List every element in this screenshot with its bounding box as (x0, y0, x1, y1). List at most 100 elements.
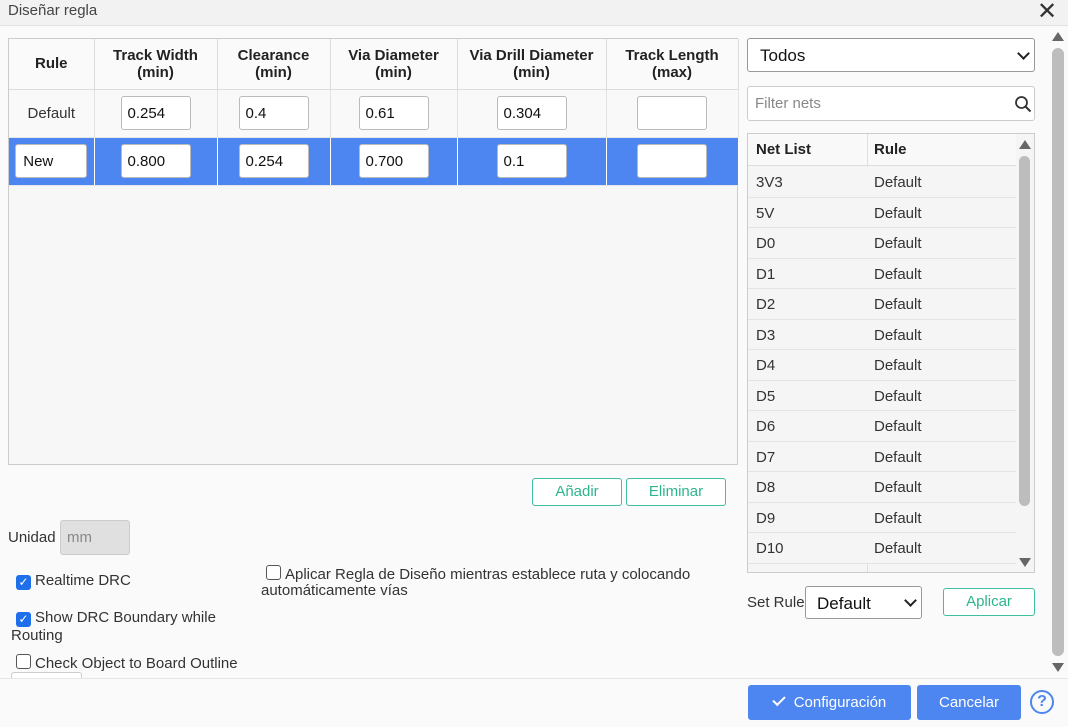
via-drill-input[interactable] (496, 144, 567, 178)
apply-button[interactable]: Aplicar (943, 588, 1035, 616)
header-net-list: Net List (756, 141, 812, 158)
show-boundary-checkbox[interactable]: ✓ (16, 612, 31, 627)
config-button[interactable]: Configuración (748, 685, 911, 720)
track-length-input[interactable] (637, 144, 707, 178)
header-via-drill-diameter: Via Drill Diameter (min) (457, 39, 607, 90)
search-icon[interactable] (1014, 95, 1032, 113)
track-length-input[interactable] (637, 96, 707, 130)
search-input[interactable] (749, 88, 1005, 119)
delete-rule-button[interactable]: Eliminar (626, 478, 726, 506)
net-name: D1 (756, 265, 776, 283)
net-name: D2 (756, 296, 776, 313)
net-name: D10 (756, 540, 784, 557)
check-icon (772, 692, 786, 707)
dialog-scrollbar[interactable] (1050, 30, 1066, 678)
net-rule: Default (874, 540, 922, 557)
realtime-drc-checkbox[interactable]: ✓ (16, 575, 31, 590)
scroll-down-icon[interactable] (1052, 663, 1064, 672)
set-rule-select[interactable]: Default (805, 586, 922, 619)
scroll-up-icon[interactable] (1019, 140, 1031, 149)
list-item[interactable]: D4 Default (748, 350, 1016, 381)
rule-row-new[interactable] (9, 137, 739, 186)
net-list-table: Net List Rule 3V3 Default 5V Default D0 Defau… (747, 133, 1035, 573)
clearance-input[interactable] (238, 96, 309, 130)
list-item[interactable]: D2 Default (748, 289, 1016, 320)
help-icon[interactable]: ? (1030, 690, 1054, 714)
header-via-diameter: Via Diameter (min) (330, 39, 458, 90)
unit-field (60, 520, 130, 555)
chevron-down-icon (904, 594, 917, 607)
scrollbar-thumb[interactable] (1052, 48, 1064, 656)
rule-name-label: Default (9, 89, 95, 138)
list-item[interactable]: D10 Default (748, 533, 1016, 564)
check-outline-label: Check Object to Board Outline (35, 655, 238, 672)
scrollbar-thumb[interactable] (1019, 156, 1030, 506)
show-boundary-option[interactable]: ✓ Show DRC Boundary while (16, 609, 216, 627)
list-item[interactable]: 5V Default (748, 197, 1016, 228)
net-rule: Default (874, 265, 922, 283)
list-item[interactable]: D0 Default (748, 228, 1016, 259)
net-list-header: Net List Rule (748, 134, 1016, 166)
rule-row-default[interactable]: Default (9, 89, 739, 138)
net-rule: Default (874, 418, 922, 435)
rules-table-panel: Rule Track Width (min) Clearance (min) Via… (8, 38, 739, 465)
via-diameter-input[interactable] (358, 144, 429, 178)
list-item[interactable]: 3V3 Default (748, 167, 1016, 198)
header-net-rule: Rule (874, 141, 907, 158)
window-title: Diseñar regla (8, 2, 98, 19)
list-item[interactable]: D5 Default (748, 380, 1016, 411)
apply-rule-checkbox[interactable] (266, 565, 281, 580)
via-diameter-input[interactable] (358, 96, 429, 130)
net-rule: Default (874, 326, 922, 344)
net-filter-select[interactable]: Todos (747, 38, 1035, 72)
net-rule: Default (874, 387, 922, 405)
set-rule-label: Set Rule (747, 594, 805, 611)
header-track-length: Track Length (max) (606, 39, 739, 90)
net-rule: Default (874, 174, 922, 191)
show-boundary-label-line2: Routing (11, 627, 63, 644)
list-item[interactable]: D3 Default (748, 319, 1016, 350)
cancel-button[interactable]: Cancelar (917, 685, 1021, 720)
track-width-input[interactable] (120, 96, 191, 130)
list-item[interactable]: D6 Default (748, 411, 1016, 442)
apply-rule-label: Aplicar Regla de Diseño mientras estable… (285, 566, 691, 583)
scroll-up-icon[interactable] (1052, 32, 1064, 41)
add-rule-button[interactable]: Añadir (532, 478, 622, 506)
net-list-scrollbar[interactable] (1016, 134, 1034, 572)
scroll-down-icon[interactable] (1019, 558, 1031, 567)
net-name: D9 (756, 509, 776, 527)
list-item[interactable]: D9 Default (748, 502, 1016, 533)
net-rule: Default (874, 448, 922, 466)
net-name: 5V (756, 204, 775, 222)
header-rule: Rule (9, 39, 95, 90)
apply-rule-label-line2: automáticamente vías (261, 582, 408, 599)
net-search-box[interactable] (747, 86, 1035, 121)
list-item[interactable]: D1 Default (748, 258, 1016, 289)
rule-name-input[interactable] (15, 144, 88, 178)
net-filter-value: Todos (760, 46, 806, 65)
config-button-label: Configuración (793, 694, 887, 711)
net-name: D6 (756, 418, 776, 435)
check-outline-option[interactable]: Check Object to Board Outline (16, 654, 238, 673)
close-icon[interactable]: ✕ (1036, 0, 1058, 24)
net-rule: Default (874, 479, 922, 496)
net-rule: Default (874, 296, 922, 313)
check-outline-checkbox[interactable] (16, 654, 31, 669)
title-bar: Diseñar regla ✕ (0, 0, 1068, 26)
net-name: 3V3 (756, 174, 783, 191)
rules-table: Rule Track Width (min) Clearance (min) Via… (9, 39, 739, 186)
net-name: D0 (756, 235, 776, 252)
rules-header-row: Rule Track Width (min) Clearance (min) Via… (9, 39, 739, 90)
set-rule-value: Default (817, 594, 871, 613)
list-item[interactable]: D8 Default (748, 472, 1016, 503)
net-name: D8 (756, 479, 776, 496)
header-track-width: Track Width (min) (94, 39, 218, 90)
net-name: D7 (756, 448, 776, 466)
track-width-input[interactable] (120, 144, 191, 178)
via-drill-input[interactable] (496, 96, 567, 130)
show-boundary-label: Show DRC Boundary while (35, 609, 216, 626)
clearance-input[interactable] (238, 144, 309, 178)
net-name: D3 (756, 326, 776, 344)
list-item[interactable]: D7 Default (748, 441, 1016, 472)
realtime-drc-option[interactable]: ✓ Realtime DRC (16, 572, 131, 590)
